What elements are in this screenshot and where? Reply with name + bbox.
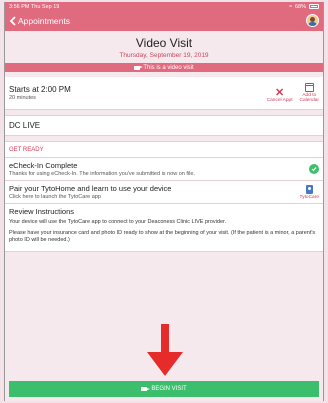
echeck-in-row: eCheck-In Complete Thanks for using eChe…: [5, 158, 323, 181]
wifi-icon: ≈: [288, 3, 292, 10]
pair-subtitle: Click here to launch the TytoCare app: [9, 194, 101, 200]
cancel-appt-button[interactable]: ✕ Cancel Appt: [266, 87, 293, 104]
page-title: Video Visit: [135, 36, 193, 50]
pair-device-row[interactable]: Pair your TytoHome and learn to use your…: [5, 181, 323, 204]
provider-row: DC LIVE: [5, 115, 323, 136]
status-time: 3:56 PM Thu Sep 19: [9, 3, 60, 10]
calendar-label-2: Calendar: [299, 98, 319, 103]
review-instructions: Review Instructions Your device will use…: [5, 204, 323, 252]
get-ready-label: GET READY: [5, 141, 323, 158]
appointment-time-card: Starts at 2:00 PM 20 minutes ✕ Cancel Ap…: [5, 77, 323, 110]
duration: 20 minutes: [9, 95, 36, 101]
video-camera-icon: [141, 387, 151, 391]
status-bar: 3:56 PM Thu Sep 19 ≈ 68%: [5, 2, 323, 11]
nav-bar: Appointments: [5, 11, 323, 31]
tytocare-label: TytoCare: [299, 194, 319, 200]
status-right: ≈ 68%: [289, 4, 319, 10]
tytocare-launch[interactable]: TytoCare: [299, 184, 319, 200]
begin-visit-button[interactable]: BEGIN VISIT: [9, 381, 319, 397]
appointment-date: Thursday, September 19, 2019: [119, 52, 209, 59]
battery-icon: [309, 4, 319, 9]
close-icon: ✕: [274, 87, 285, 99]
start-time: Starts at 2:00 PM: [9, 85, 71, 94]
cancel-appt-label: Cancel Appt: [266, 98, 293, 103]
begin-visit-label: BEGIN VISIT: [151, 386, 187, 392]
battery-percent: 68%: [294, 3, 306, 10]
calendar-icon: [304, 83, 314, 92]
pair-title: Pair your TytoHome and learn to use your…: [9, 184, 172, 193]
echeck-subtitle: Thanks for using eCheck-In. The informat…: [9, 171, 195, 177]
review-title: Review Instructions: [9, 207, 75, 216]
app-frame: 3:56 PM Thu Sep 19 ≈ 68% Appointments Vi…: [4, 2, 324, 401]
review-paragraph-1: Your device will use the TytoCare app to…: [9, 219, 227, 225]
avatar[interactable]: [306, 14, 319, 27]
video-banner-label: This is a video visit: [143, 64, 194, 71]
video-banner: This is a video visit: [5, 63, 323, 72]
provider-name: DC LIVE: [9, 121, 41, 130]
back-button[interactable]: Appointments: [9, 16, 70, 26]
arrow-down-icon: [147, 324, 183, 376]
tytocare-icon: [305, 184, 313, 194]
video-camera-icon: [134, 65, 144, 70]
checkmark-icon: [309, 164, 319, 174]
chevron-left-icon: [9, 16, 16, 26]
echeck-title: eCheck-In Complete: [9, 161, 78, 170]
header: Video Visit Thursday, September 19, 2019: [5, 31, 323, 63]
back-label: Appointments: [18, 16, 70, 26]
add-to-calendar-button[interactable]: Add to Calendar: [300, 83, 319, 103]
review-paragraph-2: Please have your insurance card and phot…: [9, 229, 316, 244]
